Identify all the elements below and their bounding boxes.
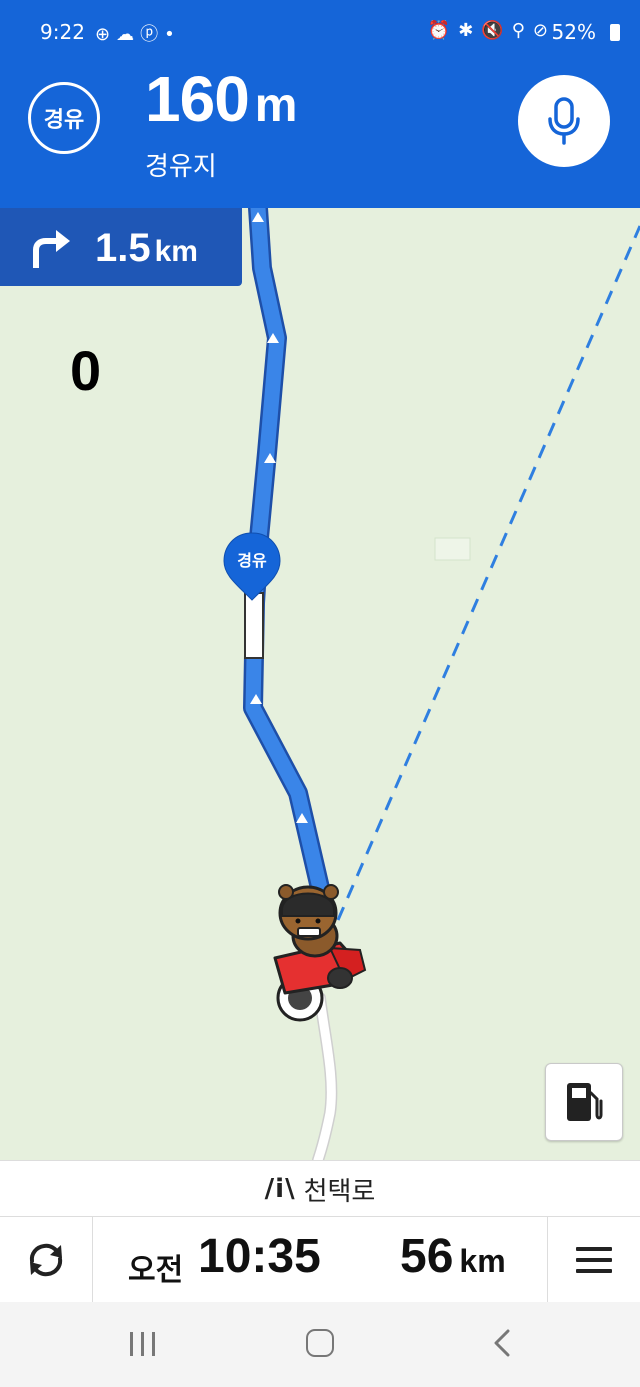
voice-search-button[interactable] xyxy=(518,75,610,167)
trip-info-bar: 오전 10:35 56 km xyxy=(0,1216,640,1304)
route-white-segment xyxy=(244,592,264,659)
status-system-icons: ⏰✱🔇⚲⊘ xyxy=(427,20,556,41)
waypoint-type-label: 경유 xyxy=(43,108,85,133)
eta-time: 10:35 xyxy=(198,1230,321,1283)
overlay-counter: 0 xyxy=(70,339,102,402)
distance-to-waypoint: 160 m xyxy=(145,62,298,136)
waypoint-marker-label: 경유 xyxy=(237,551,267,570)
status-bar: 9:22 ⊕☁ⓟ• ⏰✱🔇⚲⊘ 52% xyxy=(0,0,640,62)
next-turn-distance: 1.5 km xyxy=(95,226,198,271)
refresh-icon xyxy=(29,1243,63,1277)
next-turn-panel: 1.5 km xyxy=(0,208,242,286)
map-field-patch xyxy=(434,537,471,561)
waypoint-type-badge: 경유 xyxy=(28,82,100,154)
system-navigation-bar xyxy=(0,1302,640,1387)
eta-ampm: 오전 xyxy=(128,1253,184,1288)
back-button[interactable] xyxy=(488,1328,518,1358)
current-road-name: 천택로 xyxy=(303,1176,376,1207)
battery-icon xyxy=(610,24,620,41)
distance-unit: m xyxy=(254,79,298,132)
current-road-bar: /i\ 천택로 xyxy=(0,1160,640,1217)
remaining-distance: 56 km xyxy=(400,1229,506,1284)
remaining-distance-value: 56 xyxy=(400,1230,454,1283)
status-notification-icons: ⊕☁ⓟ• xyxy=(95,24,181,45)
gas-pump-icon xyxy=(567,1083,603,1121)
destination-name: 경유지 xyxy=(145,152,217,182)
status-time: 9:22 xyxy=(40,20,85,44)
microphone-icon xyxy=(548,97,580,145)
menu-button[interactable] xyxy=(547,1217,640,1303)
road-icon: /i\ xyxy=(264,1174,296,1204)
hamburger-menu-icon xyxy=(576,1247,612,1273)
next-turn-distance-value: 1.5 xyxy=(95,226,151,270)
next-turn-distance-unit: km xyxy=(154,235,198,268)
recent-apps-button[interactable] xyxy=(128,1330,158,1358)
gas-station-button[interactable] xyxy=(545,1063,623,1141)
battery-percent: 52% xyxy=(551,20,596,44)
reroute-button[interactable] xyxy=(0,1217,93,1303)
home-button[interactable] xyxy=(306,1329,334,1357)
turn-right-arrow-icon xyxy=(33,230,70,268)
distance-value: 160 xyxy=(145,63,250,135)
guidance-header: 9:22 ⊕☁ⓟ• ⏰✱🔇⚲⊘ 52% 경유 160 m 경유지 xyxy=(0,0,640,208)
remaining-distance-unit: km xyxy=(459,1243,506,1279)
